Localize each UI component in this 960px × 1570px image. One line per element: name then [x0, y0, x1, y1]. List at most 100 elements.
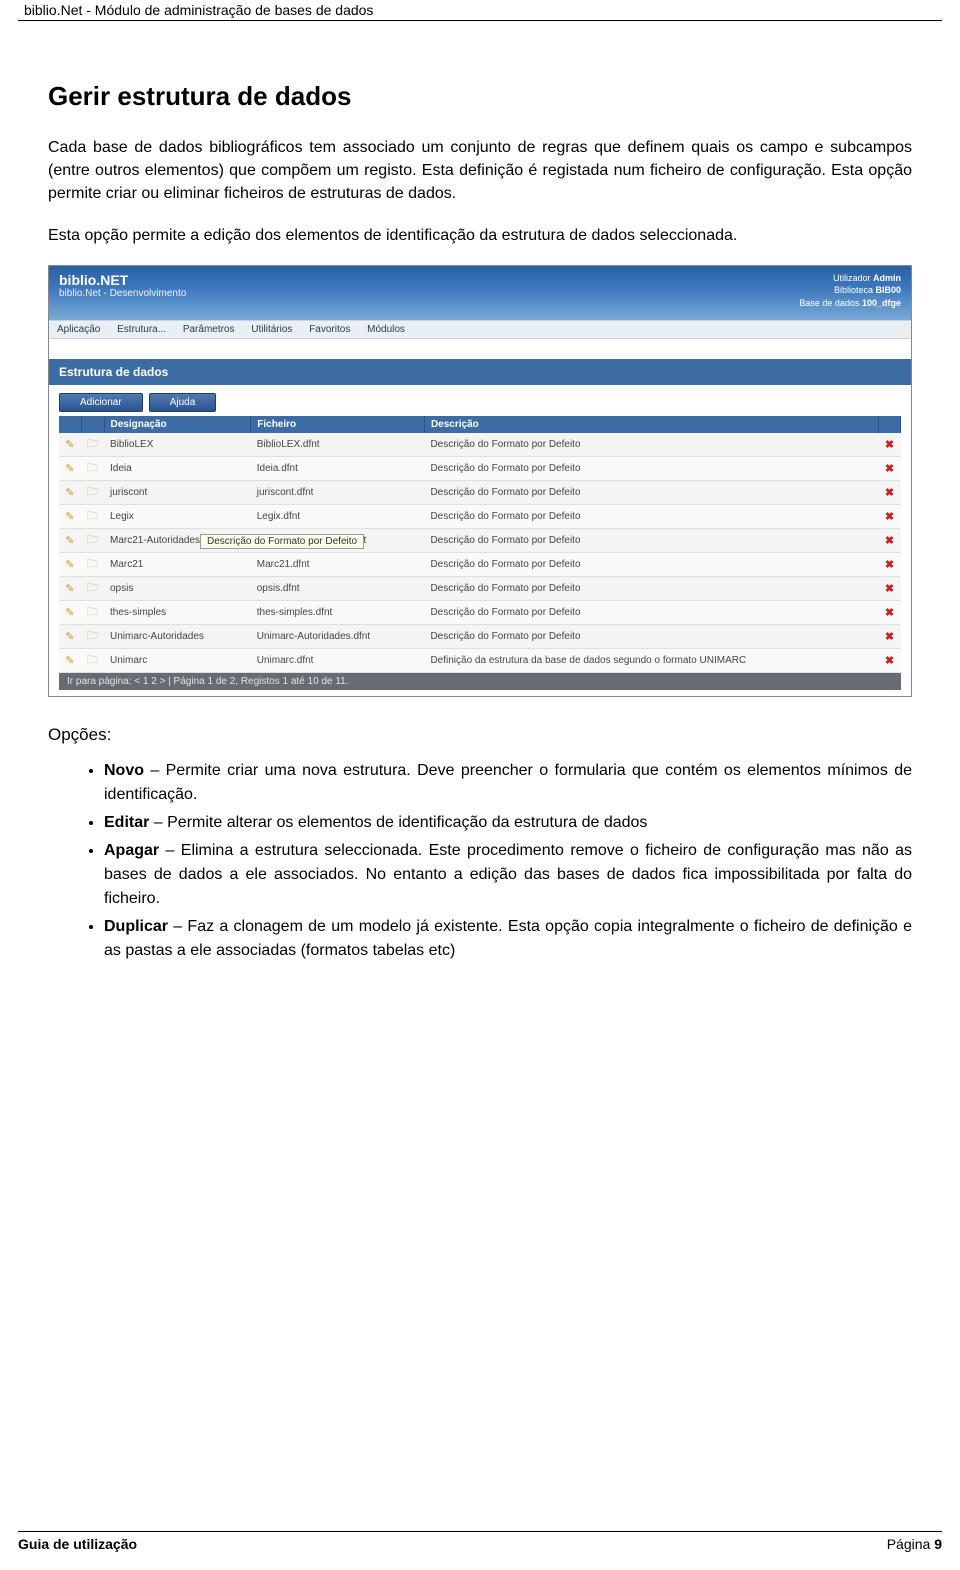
grid-pager[interactable]: Ir para página: < 1 2 > | Página 1 de 2,… — [59, 673, 901, 690]
app-subtitle: biblio.Net - Desenvolvimento — [59, 288, 186, 299]
edit-icon[interactable]: ✎ — [65, 559, 74, 571]
folder-icon[interactable]: 🗀 — [87, 654, 98, 666]
cell-descricao: Descrição do Formato por Defeito — [424, 552, 878, 576]
cell-designacao: opsis — [104, 576, 251, 600]
delete-icon[interactable]: ✖ — [885, 463, 894, 475]
help-button[interactable]: Ajuda — [149, 393, 217, 412]
cell-descricao: Descrição do Formato por Defeito — [424, 480, 878, 504]
add-button[interactable]: Adicionar — [59, 393, 143, 412]
footer-left: Guia de utilização — [18, 1536, 137, 1552]
folder-icon[interactable]: 🗀 — [87, 534, 98, 546]
intro-paragraph-2: Esta opção permite a edição dos elemento… — [48, 224, 912, 247]
cell-designacao: Unimarc — [104, 648, 251, 672]
delete-icon[interactable]: ✖ — [885, 559, 894, 571]
menu-item[interactable]: Módulos — [367, 324, 405, 335]
cell-ficheiro: Ideia.dfnt — [251, 456, 425, 480]
table-row[interactable]: ✎ 🗀 juriscontjuriscont.dfntDescrição do Fo… — [59, 480, 901, 504]
cell-designacao: BiblioLEX — [104, 433, 251, 457]
cell-descricao: Descrição do Formato por Defeito — [424, 576, 878, 600]
menu-item[interactable]: Estrutura... — [117, 324, 166, 335]
data-grid: Designação Ficheiro Descrição ✎ 🗀 BiblioLE… — [59, 416, 901, 673]
delete-icon[interactable]: ✖ — [885, 607, 894, 619]
footer-right: Página 9 — [887, 1536, 942, 1552]
folder-icon[interactable]: 🗀 — [87, 438, 98, 450]
cell-ficheiro: Unimarc-Autoridades.dfnt — [251, 624, 425, 648]
delete-icon[interactable]: ✖ — [885, 535, 894, 547]
tooltip: Descrição do Formato por Defeito — [200, 534, 364, 549]
section-bar: Estrutura de dados — [49, 359, 911, 385]
app-user-info: Utilizador Admin Biblioteca BIB00 Base d… — [799, 272, 901, 310]
cell-ficheiro: juriscont.dfnt — [251, 480, 425, 504]
section-title: Gerir estrutura de dados — [48, 81, 912, 112]
cell-descricao: Descrição do Formato por Defeito — [424, 600, 878, 624]
menu-item[interactable]: Favoritos — [309, 324, 350, 335]
cell-designacao: juriscont — [104, 480, 251, 504]
delete-icon[interactable]: ✖ — [885, 655, 894, 667]
folder-icon[interactable]: 🗀 — [87, 462, 98, 474]
col-ficheiro[interactable]: Ficheiro — [251, 416, 425, 433]
folder-icon[interactable]: 🗀 — [87, 630, 98, 642]
delete-icon[interactable]: ✖ — [885, 583, 894, 595]
options-list: Novo – Permite criar uma nova estrutura.… — [48, 759, 912, 963]
col-descricao[interactable]: Descrição — [424, 416, 878, 433]
col-designacao[interactable]: Designação — [104, 416, 251, 433]
cell-descricao: Definição da estrutura da base de dados … — [424, 648, 878, 672]
cell-designacao: Marc21 — [104, 552, 251, 576]
cell-ficheiro: BiblioLEX.dfnt — [251, 433, 425, 457]
table-row[interactable]: ✎🗀IdeiaIdeia.dfntDescrição do Formato po… — [59, 456, 901, 480]
cell-ficheiro: thes-simples.dfnt — [251, 600, 425, 624]
table-row[interactable]: ✎ 🗀 BiblioLEXBiblioLEX.dfntDescrição do Fo… — [59, 433, 901, 457]
list-item: Apagar – Elimina a estrutura seleccionad… — [104, 839, 912, 911]
cell-designacao: Unimarc-Autoridades — [104, 624, 251, 648]
list-item: Editar – Permite alterar os elementos de… — [104, 811, 912, 835]
folder-icon[interactable]: 🗀 — [87, 606, 98, 618]
cell-descricao: Descrição do Formato por Defeito — [424, 433, 878, 457]
cell-designacao: Legix — [104, 504, 251, 528]
table-row[interactable]: ✎ 🗀 Unimarc-AutoridadesUnimarc-Autoridades… — [59, 624, 901, 648]
cell-descricao: Descrição do Formato por Defeito — [424, 624, 878, 648]
table-row[interactable]: ✎ 🗀 opsisopsis.dfntDescrição do Formato po… — [59, 576, 901, 600]
edit-icon[interactable]: ✎ — [65, 607, 74, 619]
delete-icon[interactable]: ✖ — [885, 631, 894, 643]
table-row[interactable]: ✎🗀UnimarcUnimarc.dfntDefinição da estrut… — [59, 648, 901, 672]
edit-icon[interactable]: ✎ — [65, 535, 74, 547]
delete-icon[interactable]: ✖ — [885, 439, 894, 451]
toolbar: Adicionar Ajuda — [49, 385, 911, 412]
edit-icon[interactable]: ✎ — [65, 487, 74, 499]
edit-icon[interactable]: ✎ — [65, 439, 74, 451]
cell-designacao: Marc21-AutoridadesDescrição do Formato p… — [104, 528, 251, 552]
menu-item[interactable]: Utilitários — [251, 324, 292, 335]
delete-icon[interactable]: ✖ — [885, 511, 894, 523]
menu-item[interactable]: Aplicação — [57, 324, 100, 335]
edit-icon[interactable]: ✎ — [65, 655, 74, 667]
app-screenshot: biblio.NET biblio.Net - Desenvolvimento … — [48, 265, 912, 697]
page-footer: Guia de utilização Página 9 — [18, 1531, 942, 1552]
table-row[interactable]: ✎🗀thes-simplesthes-simples.dfntDescrição… — [59, 600, 901, 624]
cell-designacao: Ideia — [104, 456, 251, 480]
app-topbar: biblio.NET biblio.Net - Desenvolvimento … — [49, 266, 911, 320]
page-header: biblio.Net - Módulo de administração de … — [18, 0, 942, 21]
edit-icon[interactable]: ✎ — [65, 511, 74, 523]
cell-descricao: Descrição do Formato por Defeito — [424, 504, 878, 528]
edit-icon[interactable]: ✎ — [65, 463, 74, 475]
folder-icon[interactable]: 🗀 — [87, 486, 98, 498]
list-item: Novo – Permite criar uma nova estrutura.… — [104, 759, 912, 807]
table-row[interactable]: ✎ 🗀 LegixLegix.dfntDescrição do Formato po… — [59, 504, 901, 528]
options-title: Opções: — [48, 725, 912, 745]
app-menubar[interactable]: Aplicação Estrutura... Parâmetros Utilit… — [49, 320, 911, 339]
table-row[interactable]: ✎ 🗀 Marc21-AutoridadesDescrição do Formato… — [59, 528, 901, 552]
table-row[interactable]: ✎ 🗀 Marc21Marc21.dfntDescrição do Formato … — [59, 552, 901, 576]
menu-item[interactable]: Parâmetros — [183, 324, 235, 335]
cell-ficheiro: opsis.dfnt — [251, 576, 425, 600]
intro-paragraph-1: Cada base de dados bibliográficos tem as… — [48, 136, 912, 206]
cell-descricao: Descrição do Formato por Defeito — [424, 528, 878, 552]
cell-ficheiro: Legix.dfnt — [251, 504, 425, 528]
edit-icon[interactable]: ✎ — [65, 631, 74, 643]
delete-icon[interactable]: ✖ — [885, 487, 894, 499]
cell-ficheiro: Marc21.dfnt — [251, 552, 425, 576]
folder-icon[interactable]: 🗀 — [87, 582, 98, 594]
folder-icon[interactable]: 🗀 — [87, 558, 98, 570]
list-item: Duplicar – Faz a clonagem de um modelo j… — [104, 915, 912, 963]
folder-icon[interactable]: 🗀 — [87, 510, 98, 522]
edit-icon[interactable]: ✎ — [65, 583, 74, 595]
